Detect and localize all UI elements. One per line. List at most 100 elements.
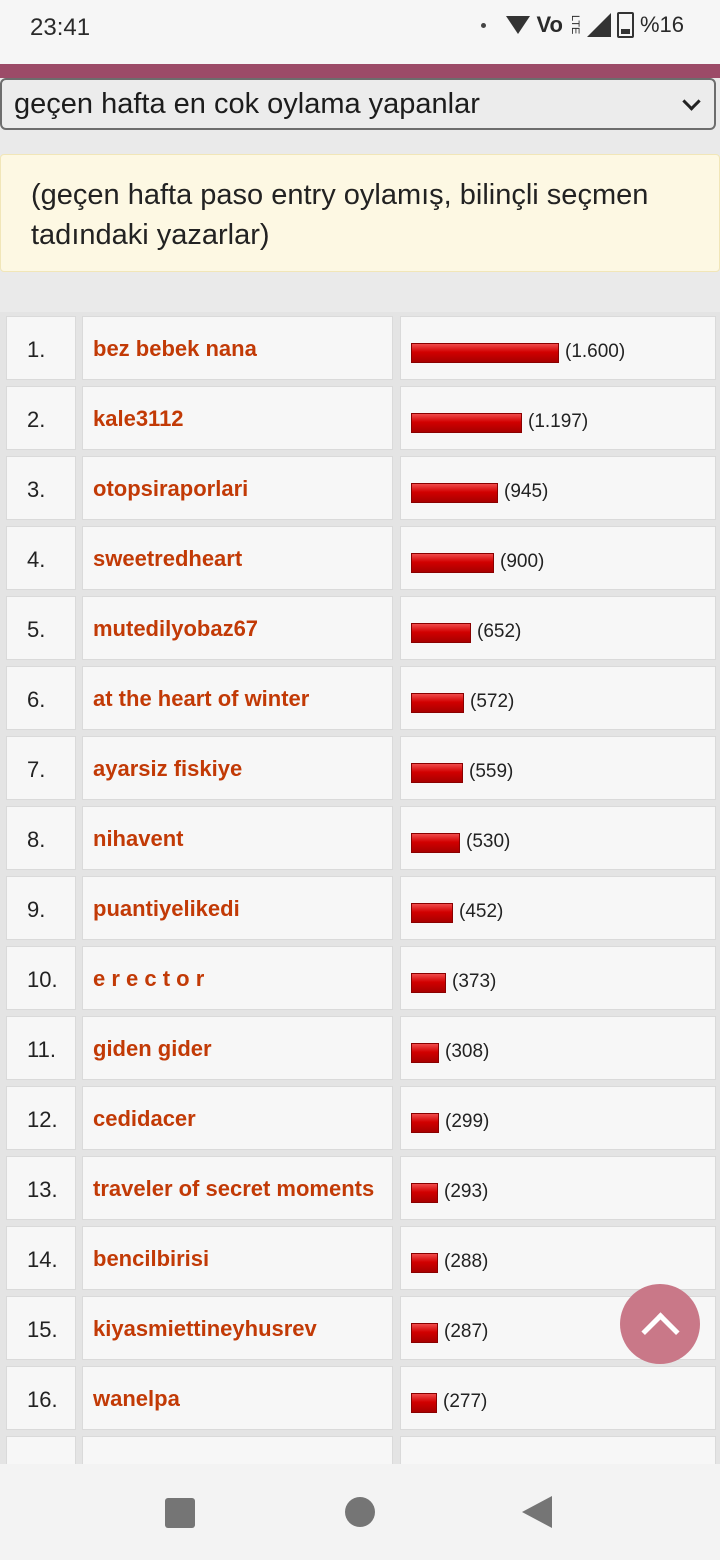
dropdown-selected-label: geçen hafta en cok oylama yapanlar <box>14 88 480 120</box>
rank-number: 16. <box>27 1387 58 1412</box>
vote-bar <box>411 973 446 993</box>
vote-bar <box>411 1323 438 1343</box>
status-time: 23:41 <box>30 14 91 41</box>
bar-cell: (559) <box>400 736 716 800</box>
rank-cell: 15. <box>6 1296 76 1360</box>
vote-count: (452) <box>459 901 504 922</box>
rank-cell: 11. <box>6 1016 76 1080</box>
vote-count: (373) <box>452 971 497 992</box>
bar-cell: (288) <box>400 1226 716 1290</box>
rank-number: 5. <box>27 617 46 642</box>
bar-cell <box>400 1436 716 1464</box>
rank-cell: 4. <box>6 526 76 590</box>
volte-icon: Vo <box>536 12 563 37</box>
rank-number: 11. <box>27 1037 56 1062</box>
vote-count: (277) <box>443 1391 488 1412</box>
name-cell: sweetredheart <box>82 526 393 590</box>
name-cell <box>82 1436 393 1464</box>
vote-count: (900) <box>500 551 545 572</box>
rank-number: 9. <box>27 897 46 922</box>
vote-bar <box>411 1043 439 1063</box>
vote-bar <box>411 833 460 853</box>
author-link[interactable]: at the heart of winter <box>93 686 309 712</box>
rank-cell: 12. <box>6 1086 76 1150</box>
author-link[interactable]: giden gider <box>93 1036 212 1062</box>
wifi-icon <box>506 16 531 34</box>
list-type-dropdown[interactable]: geçen hafta en cok oylama yapanlar <box>0 78 716 130</box>
bar-cell: (373) <box>400 946 716 1010</box>
rank-cell: 6. <box>6 666 76 730</box>
table-row: 6. at the heart of winter (572) <box>0 662 720 732</box>
name-cell: wanelpa <box>82 1366 393 1430</box>
table-row: 3. otopsiraporlari (945) <box>0 452 720 522</box>
vote-bar <box>411 623 471 643</box>
notification-dot-icon <box>481 22 487 28</box>
name-cell: bencilbirisi <box>82 1226 393 1290</box>
rank-cell: 2. <box>6 386 76 450</box>
author-link[interactable]: e r e c t o r <box>93 966 204 992</box>
system-icons: Vo LTE %16 <box>481 12 684 38</box>
author-link[interactable]: nihavent <box>93 826 183 852</box>
lte-icon: LTE <box>568 15 581 35</box>
author-link[interactable]: mutedilyobaz67 <box>93 616 258 642</box>
rank-cell: 1. <box>6 316 76 380</box>
name-cell: e r e c t o r <box>82 946 393 1010</box>
vote-bar <box>411 483 498 503</box>
table-row: 16. wanelpa (277) <box>0 1362 720 1432</box>
vote-bar <box>411 693 464 713</box>
rank-cell: 3. <box>6 456 76 520</box>
name-cell: traveler of secret moments <box>82 1156 393 1220</box>
bar-cell: (652) <box>400 596 716 660</box>
rank-number: 6. <box>27 687 46 712</box>
bar-cell: (1.197) <box>400 386 716 450</box>
vote-count: (530) <box>466 831 511 852</box>
vote-bar <box>411 1183 438 1203</box>
author-link[interactable]: puantiyelikedi <box>93 896 240 922</box>
table-row: 1. bez bebek nana (1.600) <box>0 312 720 382</box>
rank-number: 15. <box>27 1317 58 1342</box>
bar-cell: (293) <box>400 1156 716 1220</box>
author-link[interactable]: ayarsiz fiskiye <box>93 756 242 782</box>
vote-bar <box>411 413 522 433</box>
home-circle-icon[interactable] <box>345 1497 375 1527</box>
vote-bar <box>411 1253 438 1273</box>
author-link[interactable]: cedidacer <box>93 1106 196 1132</box>
vote-count: (288) <box>444 1251 489 1272</box>
table-row: 9. puantiyelikedi (452) <box>0 872 720 942</box>
name-cell: at the heart of winter <box>82 666 393 730</box>
bar-cell: (452) <box>400 876 716 940</box>
author-link[interactable]: traveler of secret moments <box>93 1176 374 1202</box>
chevron-down-icon <box>682 92 701 111</box>
rank-number: 8. <box>27 827 46 852</box>
author-link[interactable]: otopsiraporlari <box>93 476 248 502</box>
author-link[interactable]: kale3112 <box>93 406 184 432</box>
signal-icon <box>586 13 611 37</box>
bar-cell: (1.600) <box>400 316 716 380</box>
table-row: 4. sweetredheart (900) <box>0 522 720 592</box>
author-link[interactable]: sweetredheart <box>93 546 242 572</box>
vote-bar <box>411 343 559 363</box>
scroll-to-top-button[interactable] <box>620 1284 700 1364</box>
name-cell: bez bebek nana <box>82 316 393 380</box>
rank-cell: 9. <box>6 876 76 940</box>
table-row: 2. kale3112 (1.197) <box>0 382 720 452</box>
rank-cell: 16. <box>6 1366 76 1430</box>
author-link[interactable]: bencilbirisi <box>93 1246 209 1272</box>
table-row: 13. traveler of secret moments (293) <box>0 1152 720 1222</box>
rank-cell <box>6 1436 76 1464</box>
recents-square-icon[interactable] <box>165 1498 195 1528</box>
table-row: 8. nihavent (530) <box>0 802 720 872</box>
author-link[interactable]: bez bebek nana <box>93 336 257 362</box>
rank-number: 3. <box>27 477 46 502</box>
table-row-partial <box>0 1432 720 1464</box>
author-link[interactable]: wanelpa <box>93 1386 180 1412</box>
vote-count: (1.197) <box>528 411 589 432</box>
rank-number: 14. <box>27 1247 58 1272</box>
author-link[interactable]: kiyasmiettineyhusrev <box>93 1316 317 1342</box>
vote-bar <box>411 553 494 573</box>
name-cell: otopsiraporlari <box>82 456 393 520</box>
rank-number: 1. <box>27 337 46 362</box>
bar-cell: (277) <box>400 1366 716 1430</box>
back-triangle-icon[interactable] <box>522 1496 552 1528</box>
vote-bar <box>411 1113 439 1133</box>
